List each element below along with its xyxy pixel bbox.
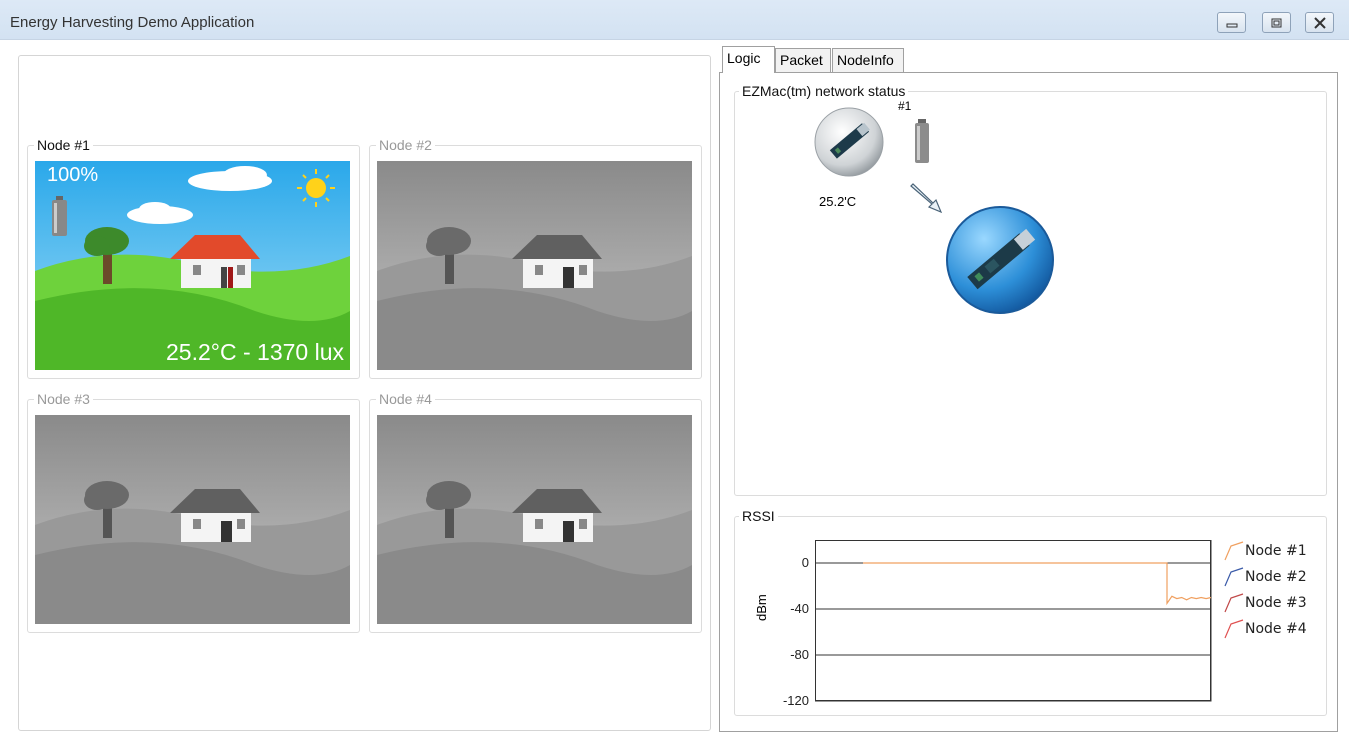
- node-2-group: Node #2: [369, 137, 702, 379]
- rssi-ytick-1: -40: [790, 601, 809, 616]
- rssi-ytick-0: 0: [801, 555, 809, 570]
- maximize-icon: [1271, 18, 1282, 28]
- nodes-panel: Node #1 100% 25.2°C - 1370 lux Node #2 N…: [18, 55, 711, 731]
- legend-line-icon: [1224, 567, 1244, 587]
- node-4-label: Node #4: [376, 391, 435, 407]
- rssi-legend-item-2[interactable]: Node #2: [1223, 566, 1307, 588]
- title-bar: Energy Harvesting Demo Application: [0, 0, 1349, 40]
- rssi-legend-label: Node #2: [1245, 569, 1307, 585]
- rssi-group: RSSI dBm 0 -40 -80 -120 Node #1 Node #2 Node …: [734, 508, 1327, 716]
- node-temperature: 25.2'C: [819, 194, 857, 209]
- node-id-label: #1: [898, 99, 912, 113]
- battery-level: 100%: [47, 164, 99, 186]
- node-4-scene[interactable]: [377, 415, 692, 624]
- maximize-button[interactable]: [1262, 12, 1291, 33]
- rssi-title: RSSI: [739, 508, 778, 524]
- node-device-icon[interactable]: [813, 106, 885, 178]
- node-4-group: Node #4: [369, 391, 702, 633]
- app-window: Energy Harvesting Demo Application Node …: [0, 0, 1349, 740]
- tab-packet[interactable]: Packet: [775, 48, 831, 73]
- rssi-legend-label: Node #1: [1245, 543, 1307, 559]
- minimize-icon: [1226, 23, 1238, 28]
- rssi-legend-label: Node #4: [1245, 621, 1307, 637]
- rssi-legend-item-3[interactable]: Node #3: [1223, 592, 1307, 614]
- link-arrow-icon: [910, 183, 943, 214]
- rssi-legend-label: Node #3: [1245, 595, 1307, 611]
- node-3-scene[interactable]: [35, 415, 350, 624]
- legend-line-icon: [1224, 593, 1244, 613]
- node-2-illustration: [377, 161, 692, 370]
- tab-nodeinfo[interactable]: NodeInfo: [832, 48, 904, 73]
- legend-line-icon: [1224, 541, 1244, 561]
- node-2-label: Node #2: [376, 137, 435, 153]
- coordinator-device-icon[interactable]: [944, 204, 1056, 316]
- window-title: Energy Harvesting Demo Application: [10, 14, 255, 31]
- node-2-scene[interactable]: [377, 161, 692, 370]
- node-1-group: Node #1 100% 25.2°C - 1370 lux: [27, 137, 360, 379]
- network-status-group: EZMac(tm) network status #1 25.2'C: [734, 83, 1327, 496]
- legend-line-icon: [1224, 619, 1244, 639]
- node-3-illustration: [35, 415, 350, 624]
- close-button[interactable]: [1305, 12, 1334, 33]
- node-1-label: Node #1: [34, 137, 93, 153]
- battery-icon: [915, 119, 929, 163]
- node-1-reading: 25.2°C - 1370 lux: [166, 339, 344, 365]
- rssi-plot-area: [815, 540, 1212, 702]
- logic-panel: EZMac(tm) network status #1 25.2'C RSSI …: [719, 72, 1338, 732]
- node-3-group: Node #3: [27, 391, 360, 633]
- node-3-label: Node #3: [34, 391, 93, 407]
- rssi-legend-item-1[interactable]: Node #1: [1223, 540, 1307, 562]
- rssi-legend-item-4[interactable]: Node #4: [1223, 618, 1307, 640]
- battery-icon: [52, 196, 67, 236]
- rssi-chart[interactable]: [815, 540, 1213, 703]
- tab-logic[interactable]: Logic: [722, 46, 775, 73]
- rssi-ytick-2: -80: [790, 647, 809, 662]
- rssi-ylabel: dBm: [754, 594, 769, 621]
- close-icon: [1314, 17, 1326, 29]
- node-1-scene[interactable]: 100% 25.2°C - 1370 lux: [35, 161, 350, 370]
- rssi-ytick-3: -120: [782, 693, 809, 708]
- node-4-illustration: [377, 415, 692, 624]
- minimize-button[interactable]: [1217, 12, 1246, 33]
- network-status-title: EZMac(tm) network status: [739, 83, 909, 99]
